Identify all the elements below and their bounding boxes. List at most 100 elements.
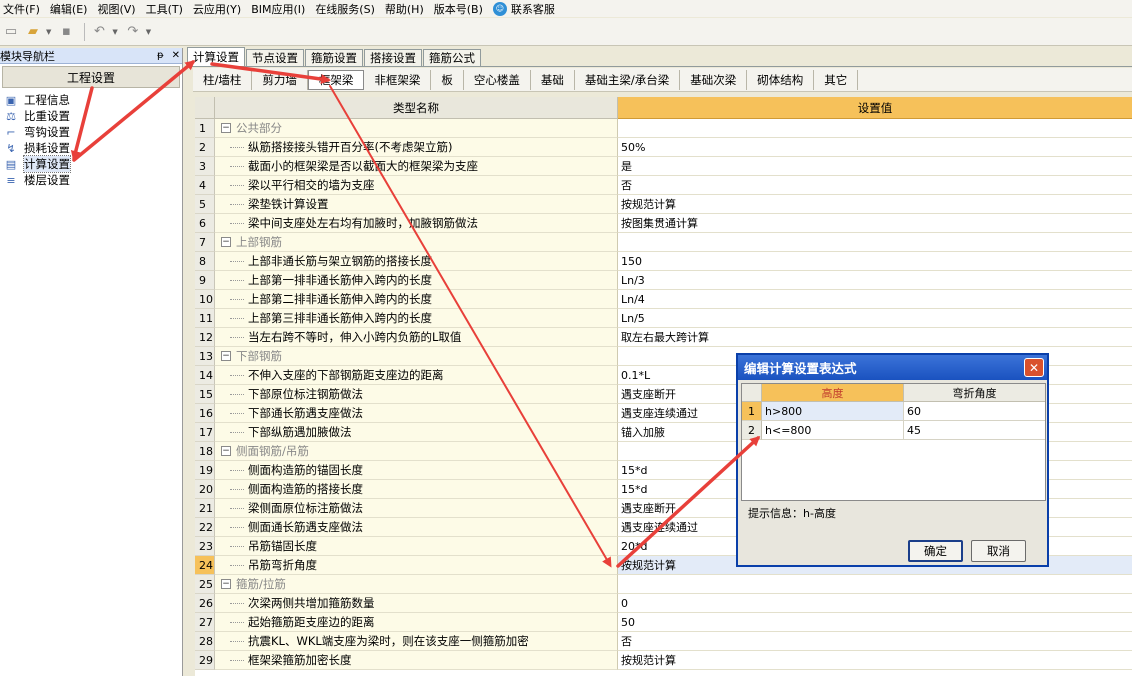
nav-item-1[interactable]: ⚖ 比重设置 [3,108,182,124]
tab-settings-0[interactable]: 计算设置 [187,47,245,66]
row-name-cell: 侧面构造筋的锚固长度 [215,461,618,480]
menu-item-6[interactable]: 在线服务(S) [315,1,375,17]
tab-settings-4[interactable]: 箍筋公式 [423,49,481,66]
nav-item-5[interactable]: ≡ 楼层设置 [3,172,182,188]
row-value[interactable]: Ln/5 [618,309,1132,328]
table-row[interactable]: 6 梁中间支座处左右均有加腋时，加腋钢筋做法 按图集贯通计算 [195,214,1132,233]
pin-icon[interactable]: ᵽ [157,50,164,61]
tab-settings-1[interactable]: 节点设置 [246,49,304,66]
collapse-toggle-icon[interactable]: − [221,123,231,133]
row-value[interactable]: 否 [618,632,1132,651]
row-value[interactable]: 50% [618,138,1132,157]
tree-connector [215,394,248,395]
grid-header-name[interactable]: 类型名称 [215,97,618,119]
menu-item-8[interactable]: 版本号(B) [434,1,483,17]
tab-component-6[interactable]: 基础 [531,69,575,90]
menu-item-4[interactable]: 云应用(Y) [193,1,241,17]
menu-item-1[interactable]: 编辑(E) [50,1,88,17]
nav-item-2[interactable]: ⌐ 弯钩设置 [3,124,182,140]
tree-connector [215,185,248,186]
open-folder-icon[interactable]: ▰ [24,23,42,41]
tree-connector [215,470,248,471]
tab-component-1[interactable]: 剪力墙 [252,69,308,90]
table-row[interactable]: 29 框架梁箍筋加密长度 按规范计算 [195,651,1132,670]
table-row[interactable]: 9 上部第一排非通长筋伸入跨内的长度 Ln/3 [195,271,1132,290]
table-row[interactable]: 8 上部非通长筋与架立钢筋的搭接长度 150 [195,252,1132,271]
table-row[interactable]: 12 当左右跨不等时，伸入小跨内负筋的L取值 取左右最大跨计算 [195,328,1132,347]
menu-item-5[interactable]: BIM应用(I) [251,1,305,17]
grid-header-value[interactable]: 设置值 [618,97,1132,119]
ok-button[interactable]: 确定 [908,540,963,562]
dialog-angle-cell[interactable]: 60 [904,402,1045,421]
dialog-angle-cell[interactable]: 45 [904,421,1045,440]
nav-item-3[interactable]: ↯ 损耗设置 [3,140,182,156]
collapse-toggle-icon[interactable]: − [221,579,231,589]
tab-component-3[interactable]: 非框架梁 [364,69,432,90]
table-row[interactable]: 27 起始箍筋距支座边的距离 50 [195,613,1132,632]
table-row[interactable]: 1− 公共部分 [195,119,1132,138]
table-row[interactable]: 11 上部第三排非通长筋伸入跨内的长度 Ln/5 [195,309,1132,328]
tab-component-8[interactable]: 基础次梁 [680,69,748,90]
row-name: 侧面通长筋遇支座做法 [248,520,363,534]
table-row[interactable]: 26 次梁两侧共增加箍筋数量 0 [195,594,1132,613]
redo-dropdown-icon[interactable]: ▼ [146,28,151,36]
table-row[interactable]: 5 梁垫铁计算设置 按规范计算 [195,195,1132,214]
tab-component-5[interactable]: 空心楼盖 [464,69,531,90]
table-row[interactable]: 3 截面小的框架梁是否以截面大的框架梁为支座 是 [195,157,1132,176]
row-value[interactable]: Ln/4 [618,290,1132,309]
menu-item-7[interactable]: 帮助(H) [385,1,424,17]
row-value[interactable]: 50 [618,613,1132,632]
table-row[interactable]: 25− 箍筋/拉筋 [195,575,1132,594]
table-row[interactable]: 2 纵筋搭接接头错开百分率(不考虑架立筋) 50% [195,138,1132,157]
menu-item-0[interactable]: 文件(F) [3,1,40,17]
cancel-button[interactable]: 取消 [971,540,1026,562]
tab-settings-2[interactable]: 箍筋设置 [305,49,363,66]
calc-icon: ▤ [5,157,17,171]
new-file-icon[interactable]: ▭ [2,23,20,41]
table-row[interactable]: 7− 上部钢筋 [195,233,1132,252]
nav-item-4[interactable]: ▤ 计算设置 [3,155,182,173]
redo-icon[interactable]: ↷ [124,23,142,41]
row-value[interactable]: 按规范计算 [618,651,1132,670]
row-value[interactable]: 否 [618,176,1132,195]
close-icon[interactable]: ✕ [172,50,180,61]
row-value[interactable]: 按图集贯通计算 [618,214,1132,233]
row-value[interactable]: 取左右最大跨计算 [618,328,1132,347]
tab-settings-3[interactable]: 搭接设置 [364,49,422,66]
tab-component-7[interactable]: 基础主梁/承台梁 [575,69,681,90]
row-value[interactable]: 按规范计算 [618,195,1132,214]
dialog-row[interactable]: 2 h<=800 45 [742,421,1045,440]
nav-header-project-settings[interactable]: 工程设置 [2,66,180,88]
dialog-title: 编辑计算设置表达式 [744,361,857,376]
dialog-header-angle[interactable]: 弯折角度 [904,384,1045,402]
undo-dropdown-icon[interactable]: ▼ [112,28,117,36]
tab-component-4[interactable]: 板 [431,69,464,90]
dialog-row[interactable]: 1 h>800 60 [742,402,1045,421]
save-icon[interactable]: ▪ [57,23,75,41]
menu-item-3[interactable]: 工具(T) [146,1,183,17]
row-value[interactable]: Ln/3 [618,271,1132,290]
dialog-height-cell[interactable]: h>800 [762,402,904,421]
tab-component-0[interactable]: 柱/墙柱 [193,69,253,90]
contact-service-menu[interactable]: ☺ 联系客服 [492,1,555,17]
collapse-toggle-icon[interactable]: − [221,237,231,247]
open-dropdown-icon[interactable]: ▼ [46,28,51,36]
collapse-toggle-icon[interactable]: − [221,446,231,456]
row-name: 侧面构造筋的搭接长度 [248,482,363,496]
undo-icon[interactable]: ↶ [90,23,108,41]
nav-item-0[interactable]: ▣ 工程信息 [3,92,182,108]
table-row[interactable]: 28 抗震KL、WKL端支座为梁时，则在该支座一侧箍筋加密 否 [195,632,1132,651]
dialog-close-button[interactable]: ✕ [1024,358,1044,377]
row-value[interactable]: 是 [618,157,1132,176]
tab-component-10[interactable]: 其它 [814,69,859,90]
table-row[interactable]: 10 上部第二排非通长筋伸入跨内的长度 Ln/4 [195,290,1132,309]
collapse-toggle-icon[interactable]: − [221,351,231,361]
menu-item-2[interactable]: 视图(V) [97,1,135,17]
dialog-header-height[interactable]: 高度 [762,384,904,402]
tab-component-9[interactable]: 砌体结构 [747,69,815,90]
row-value[interactable]: 0 [618,594,1132,613]
row-value[interactable]: 150 [618,252,1132,271]
tab-component-2[interactable]: 框架梁 [307,69,365,90]
dialog-height-cell[interactable]: h<=800 [762,421,904,440]
table-row[interactable]: 4 梁以平行相交的墙为支座 否 [195,176,1132,195]
